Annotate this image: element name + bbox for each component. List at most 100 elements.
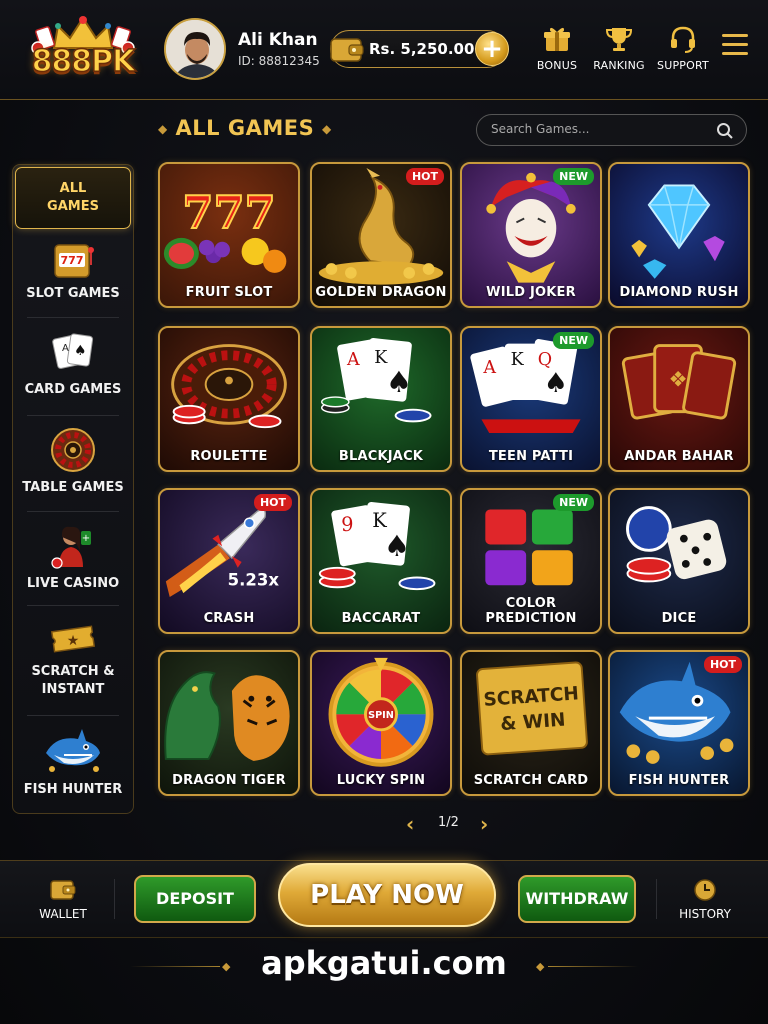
game-card-golden-dragon[interactable]: HOT GOLDEN DRAGON bbox=[310, 162, 452, 308]
balance-amount: Rs. 5,250.00 bbox=[369, 40, 475, 58]
svg-text:♠: ♠ bbox=[386, 365, 412, 399]
hot-badge: HOT bbox=[253, 494, 292, 511]
deposit-button[interactable]: DEPOSIT bbox=[134, 875, 256, 923]
card-letter-k: K bbox=[511, 350, 525, 370]
sidebar-item-scratch-instant[interactable]: ★ SCRATCH & INSTANT bbox=[13, 621, 133, 699]
game-title: COLOR PREDICTION bbox=[485, 596, 577, 626]
game-card-lucky-spin[interactable]: SPIN LUCKY SPIN bbox=[310, 650, 452, 796]
new-badge: NEW bbox=[553, 168, 594, 185]
divider bbox=[27, 715, 119, 716]
game-title: BACCARAT bbox=[341, 611, 421, 626]
card-letter-a: A bbox=[482, 358, 496, 378]
hamburger-line bbox=[722, 34, 748, 37]
game-title: WILD JOKER bbox=[486, 285, 576, 300]
balance-pill[interactable]: Rs. 5,250.00 + bbox=[330, 30, 509, 68]
logo-text: 888PK bbox=[31, 43, 136, 80]
search-icon[interactable] bbox=[716, 122, 734, 140]
add-funds-button[interactable]: + bbox=[475, 32, 509, 66]
trophy-icon bbox=[605, 28, 633, 51]
hot-badge: HOT bbox=[405, 168, 444, 185]
ticket-icon: ★ bbox=[50, 625, 96, 653]
game-card-blackjack[interactable]: A K ♠ BLACKJACK bbox=[310, 326, 452, 472]
hamburger-line bbox=[722, 52, 748, 55]
game-card-dice[interactable]: DICE bbox=[608, 488, 750, 634]
ranking-nav[interactable]: RANKING bbox=[584, 24, 654, 72]
withdraw-button[interactable]: WITHDRAW bbox=[518, 875, 636, 923]
crash-multiplier: 5.23x bbox=[228, 570, 280, 589]
game-card-wild-joker[interactable]: NEW WILD JOKER bbox=[460, 162, 602, 308]
game-card-color-prediction[interactable]: NEW COLOR PREDICTION bbox=[460, 488, 602, 634]
shark-icon bbox=[46, 729, 100, 772]
game-title: BLACKJACK bbox=[338, 449, 424, 464]
svg-text:♠: ♠ bbox=[384, 529, 410, 563]
fruit-slot-777-text: 777 bbox=[182, 186, 275, 239]
hot-badge: HOT bbox=[703, 656, 742, 673]
support-label: SUPPORT bbox=[657, 59, 709, 72]
search-box[interactable] bbox=[476, 114, 747, 146]
game-card-diamond-rush[interactable]: DIAMOND RUSH bbox=[608, 162, 750, 308]
play-now-button[interactable]: PLAY NOW bbox=[278, 863, 496, 927]
card-letter-q: Q bbox=[538, 350, 552, 370]
sidebar-item-card-games[interactable]: A ♠ CARD GAMES bbox=[13, 331, 133, 399]
sidebar-item-table-games[interactable]: TABLE GAMES bbox=[13, 427, 133, 497]
sidebar-item-fish-hunter[interactable]: FISH HUNTER bbox=[13, 727, 133, 799]
brand-logo[interactable]: 888PK bbox=[24, 14, 142, 90]
card-number-9: 9 bbox=[341, 513, 353, 536]
svg-text:+: + bbox=[82, 533, 90, 544]
game-title: DIAMOND RUSH bbox=[619, 285, 739, 300]
game-title: FRUIT SLOT bbox=[185, 285, 273, 300]
footer-ornament-line bbox=[548, 966, 638, 967]
user-name: Ali Khan bbox=[238, 30, 318, 50]
diamond-ornament-icon: ◆ bbox=[322, 122, 332, 136]
prev-page-button[interactable]: ‹ bbox=[406, 812, 414, 836]
new-badge: NEW bbox=[553, 332, 594, 349]
sidebar-item-label: SCRATCH & INSTANT bbox=[31, 664, 115, 697]
svg-text:♠: ♠ bbox=[544, 368, 568, 399]
game-title: SCRATCH CARD bbox=[473, 773, 589, 788]
game-card-scratch-card[interactable]: SCRATCH & WIN SCRATCH CARD bbox=[460, 650, 602, 796]
svg-text:★: ★ bbox=[67, 633, 80, 649]
category-sidebar: ALL GAMES 777 SLOT GAMES A ♠ CARD GAMES … bbox=[12, 164, 134, 814]
support-nav[interactable]: SUPPORT bbox=[648, 24, 718, 72]
search-input[interactable] bbox=[491, 122, 711, 136]
next-page-button[interactable]: › bbox=[480, 812, 488, 836]
game-card-fruit-slot[interactable]: 777 FRUIT SLOT bbox=[158, 162, 300, 308]
slot-machine-icon: 777 bbox=[54, 244, 94, 278]
game-card-crash[interactable]: 5.23x HOT CRASH bbox=[158, 488, 300, 634]
user-id: ID: 88812345 bbox=[238, 54, 320, 68]
sidebar-item-all-games[interactable]: ALL GAMES bbox=[15, 167, 131, 229]
history-nav[interactable]: HISTORY bbox=[672, 877, 738, 921]
game-title: DRAGON TIGER bbox=[172, 773, 286, 788]
sidebar-item-label: CARD GAMES bbox=[24, 382, 122, 397]
card-letter-a: A bbox=[346, 350, 360, 370]
user-portrait-icon bbox=[166, 20, 224, 78]
game-card-baccarat[interactable]: 9 K ♠ BACCARAT bbox=[310, 488, 452, 634]
diamond-ornament-icon: ◆ bbox=[158, 122, 168, 136]
menu-button[interactable] bbox=[722, 34, 748, 58]
ranking-label: RANKING bbox=[593, 59, 645, 72]
hamburger-line bbox=[722, 43, 748, 46]
footer-watermark: apkgatui.com bbox=[261, 944, 507, 982]
sidebar-item-live-casino[interactable]: + LIVE CASINO bbox=[13, 525, 133, 593]
game-card-teen-patti[interactable]: A K Q ♠ NEW TEEN PATTI bbox=[460, 326, 602, 472]
divider bbox=[27, 415, 119, 416]
game-title: DICE bbox=[661, 611, 697, 626]
game-card-andar-bahar[interactable]: ❖ ANDAR BAHAR bbox=[608, 326, 750, 472]
wallet-icon bbox=[330, 38, 364, 62]
svg-text:♠: ♠ bbox=[74, 343, 87, 359]
avatar[interactable] bbox=[164, 18, 226, 80]
game-card-fish-hunter[interactable]: HOT FISH HUNTER bbox=[608, 650, 750, 796]
sidebar-item-label: FISH HUNTER bbox=[23, 782, 123, 797]
diamond-ornament-icon: ◆ bbox=[536, 960, 545, 973]
game-card-dragon-tiger[interactable]: DRAGON TIGER bbox=[158, 650, 300, 796]
sidebar-item-label: ALL GAMES bbox=[47, 181, 99, 214]
game-title: LUCKY SPIN bbox=[336, 773, 426, 788]
game-card-roulette[interactable]: ROULETTE bbox=[158, 326, 300, 472]
bonus-label: BONUS bbox=[536, 59, 578, 72]
sidebar-item-slot-games[interactable]: 777 SLOT GAMES bbox=[13, 243, 133, 303]
divider bbox=[27, 317, 119, 318]
pagination: ‹ 1/2 › bbox=[404, 810, 500, 838]
bonus-nav[interactable]: BONUS bbox=[522, 24, 592, 72]
wallet-nav[interactable]: WALLET bbox=[30, 877, 96, 921]
sidebar-item-label: TABLE GAMES bbox=[22, 480, 124, 495]
